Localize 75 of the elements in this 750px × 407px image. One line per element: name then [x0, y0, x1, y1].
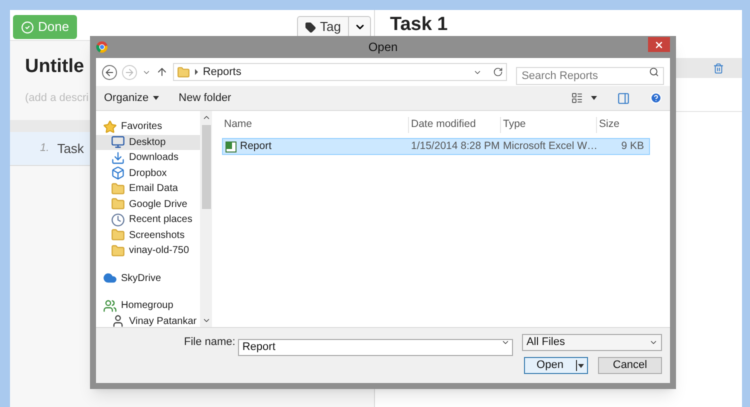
- nav-item[interactable]: SkyDrive: [96, 270, 200, 286]
- nav-item[interactable]: Vinay Patankar: [96, 314, 200, 329]
- help-icon[interactable]: [650, 92, 662, 104]
- search-icon: [648, 67, 659, 77]
- nav-item[interactable]: Email Data: [96, 181, 200, 196]
- column-header[interactable]: Name: [222, 117, 408, 133]
- task-number: 1.: [40, 141, 50, 156]
- download-icon: [111, 150, 125, 165]
- nav-item[interactable]: vinay-old-750: [96, 243, 200, 258]
- chevron-down-icon[interactable]: [202, 316, 210, 325]
- preview-pane-icon[interactable]: [617, 92, 630, 104]
- spreadsheet-icon: [225, 140, 237, 152]
- column-header[interactable]: Size: [596, 117, 648, 133]
- chevron-down-icon: [649, 338, 658, 347]
- dropdown-button[interactable]: [349, 16, 371, 38]
- close-button[interactable]: [648, 37, 670, 52]
- detail-title: Task 1: [390, 15, 448, 34]
- close-icon: [654, 40, 664, 50]
- address-bar[interactable]: Reports: [172, 63, 507, 81]
- box-icon: [111, 166, 125, 180]
- tag-button[interactable]: Tag: [297, 16, 349, 38]
- nav-item[interactable]: Screenshots: [96, 228, 200, 243]
- nav-item[interactable]: Downloads: [96, 150, 200, 166]
- toolbar-button[interactable]: New folder: [178, 90, 232, 106]
- toolbar-button[interactable]: Organize: [104, 90, 159, 106]
- task-title: Task: [57, 140, 84, 158]
- view-icon[interactable]: [571, 92, 583, 104]
- file-type: Microsoft Excel W…: [502, 138, 597, 154]
- file-name-label: File name:: [184, 335, 236, 350]
- nav-item[interactable]: Dropbox: [96, 166, 200, 181]
- dialog-button[interactable]: Cancel: [598, 357, 662, 374]
- folder-icon: [111, 182, 125, 196]
- path-segment[interactable]: Reports: [202, 64, 242, 80]
- list-title: Untitle: [25, 57, 84, 76]
- file-row[interactable]: Report 1/15/2014 8:28 PM Microsoft Excel W… 9 KB: [222, 138, 650, 155]
- folder-icon: [111, 244, 125, 258]
- file-name: Report: [240, 138, 272, 154]
- scrollbar-thumb[interactable]: [202, 125, 210, 209]
- nav-item[interactable]: Google Drive: [96, 196, 200, 212]
- refresh-icon[interactable]: [492, 67, 503, 77]
- people-icon: [103, 298, 117, 313]
- clock-icon: [111, 212, 125, 227]
- chevron-down-icon[interactable]: [501, 338, 510, 347]
- check-icon: [21, 20, 34, 34]
- nav-item[interactable]: Recent places: [96, 212, 200, 228]
- chevron-up-icon[interactable]: [202, 113, 210, 122]
- folder-icon: [111, 197, 125, 212]
- folder-icon: [111, 228, 125, 242]
- search-field[interactable]: Search Reports: [516, 67, 664, 85]
- split-caret-icon[interactable]: [576, 360, 585, 371]
- column-header[interactable]: Type: [500, 117, 596, 133]
- nav-item[interactable]: Favorites: [96, 119, 200, 134]
- file-type-dropdown[interactable]: All Files: [522, 334, 662, 351]
- up-icon[interactable]: [156, 66, 168, 78]
- dialog-title: Open: [368, 39, 398, 56]
- browser-logo-icon: [96, 41, 108, 53]
- user-icon: [111, 314, 125, 328]
- tag-icon: [305, 22, 316, 32]
- nav-item[interactable]: Homegroup: [96, 298, 200, 314]
- nav-item[interactable]: Desktop: [96, 134, 200, 150]
- star-icon: [103, 120, 117, 134]
- file-name-field[interactable]: Report: [238, 338, 514, 356]
- cloud-icon: [103, 271, 117, 286]
- caret-icon[interactable]: [591, 96, 597, 100]
- file-size: 9 KB: [620, 138, 645, 154]
- back-icon[interactable]: [102, 64, 117, 80]
- scrollbar[interactable]: [200, 111, 212, 327]
- monitor-icon: [111, 135, 125, 150]
- trash-icon[interactable]: [713, 62, 724, 74]
- file-date: 1/15/2014 8:28 PM: [410, 138, 501, 154]
- folder-icon: [176, 66, 190, 78]
- dialog-button[interactable]: Open: [524, 357, 588, 374]
- caret-icon: [194, 69, 198, 75]
- column-header[interactable]: Date modified: [408, 117, 500, 133]
- caret-icon: [152, 96, 159, 100]
